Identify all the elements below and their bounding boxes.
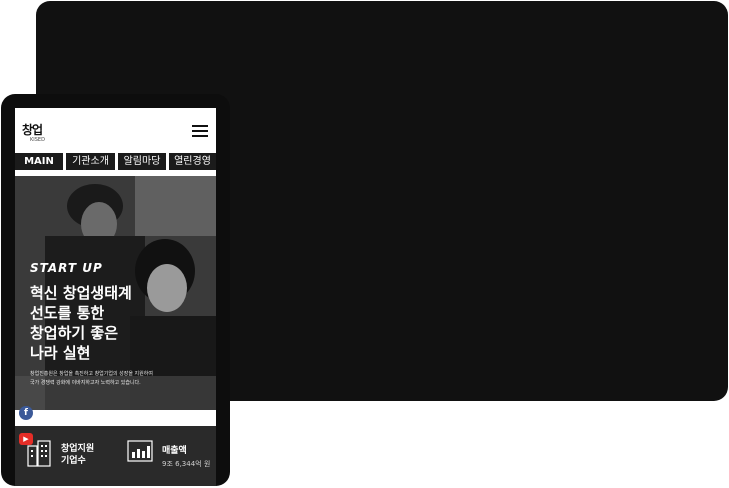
hero-headline-3: 창업하기 좋은 <box>30 324 119 342</box>
logo-subtext: KISED <box>30 137 45 143</box>
chart-icon <box>127 440 153 462</box>
site-logo[interactable]: 창업 KISED <box>22 123 45 145</box>
stat-value-revenue: 9조 6,344억 원 <box>162 460 211 468</box>
mobile-screen: 창업 KISED MAIN 기관소개 알림마당 열린경영 START UP 혁신… <box>15 108 216 486</box>
stat-label-revenue: 매출액 <box>162 446 187 456</box>
hero-headline-1: 혁신 창업생태계 <box>30 284 132 302</box>
mobile-header: 창업 KISED <box>15 108 216 152</box>
hero-slogan: START UP <box>30 261 103 275</box>
facebook-icon[interactable]: f <box>19 406 33 420</box>
tab-notice[interactable]: 알림마당 <box>118 153 166 170</box>
mobile-device-frame: 창업 KISED MAIN 기관소개 알림마당 열린경영 START UP 혁신… <box>1 94 230 486</box>
main-nav-tabs: MAIN 기관소개 알림마당 열린경영 <box>15 152 216 171</box>
building-icon <box>27 440 51 467</box>
stat-label-companies-1: 창업지원 <box>61 444 95 454</box>
hero-headline-2: 선도를 통한 <box>30 304 105 322</box>
stat-label-companies-2: 기업수 <box>61 456 86 466</box>
hero-banner: START UP 혁신 창업생태계 선도를 통한 창업하기 좋은 나라 실현 창… <box>15 176 216 410</box>
logo-text: 창업 <box>22 123 43 137</box>
hero-description-2: 국가 경쟁력 강화에 이바지하고자 노력하고 있습니다. <box>30 380 141 386</box>
stats-panel: ▶ 창업지원 기업수 매출액 9조 6,344억 원 <box>15 426 216 486</box>
tab-main[interactable]: MAIN <box>15 153 63 170</box>
hamburger-icon[interactable] <box>192 125 208 137</box>
tab-about[interactable]: 기관소개 <box>66 153 115 170</box>
hero-description-1: 창업진흥원은 창업을 촉진하고 창업기업의 성장을 지원하여 <box>30 371 153 377</box>
hero-headline-4: 나라 실현 <box>30 344 91 362</box>
slider-pagination <box>106 399 124 403</box>
tab-management[interactable]: 열린경영 <box>169 153 216 170</box>
